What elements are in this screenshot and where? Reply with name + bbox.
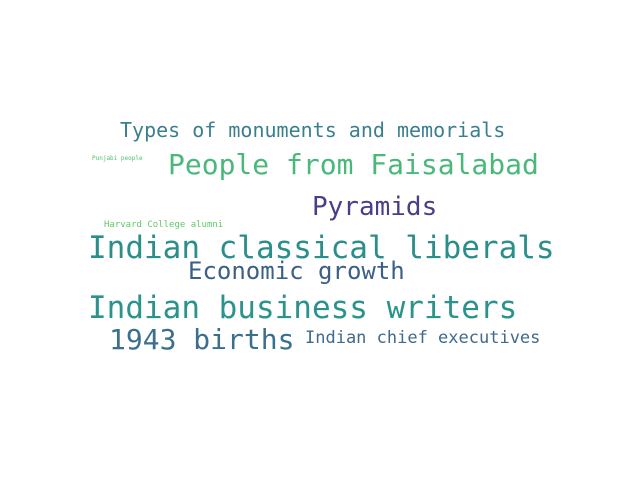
word-people-from-faisalabad: People from Faisalabad: [168, 148, 539, 181]
word-1943-births: 1943 births: [109, 323, 295, 356]
word-indian-chief-executives: Indian chief executives: [305, 328, 541, 348]
word-pyramids: Pyramids: [312, 192, 438, 222]
word-economic-growth: Economic growth: [188, 257, 405, 285]
word-types-of-monuments-and-memorials: Types of monuments and memorials: [120, 118, 506, 142]
word-harvard-college-alumni: Harvard College alumni: [104, 220, 224, 230]
word-cloud: Types of monuments and memorials People …: [0, 0, 640, 480]
word-indian-business-writers: Indian business writers: [88, 290, 518, 326]
word-punjabi-people: Punjabi people: [92, 155, 143, 162]
